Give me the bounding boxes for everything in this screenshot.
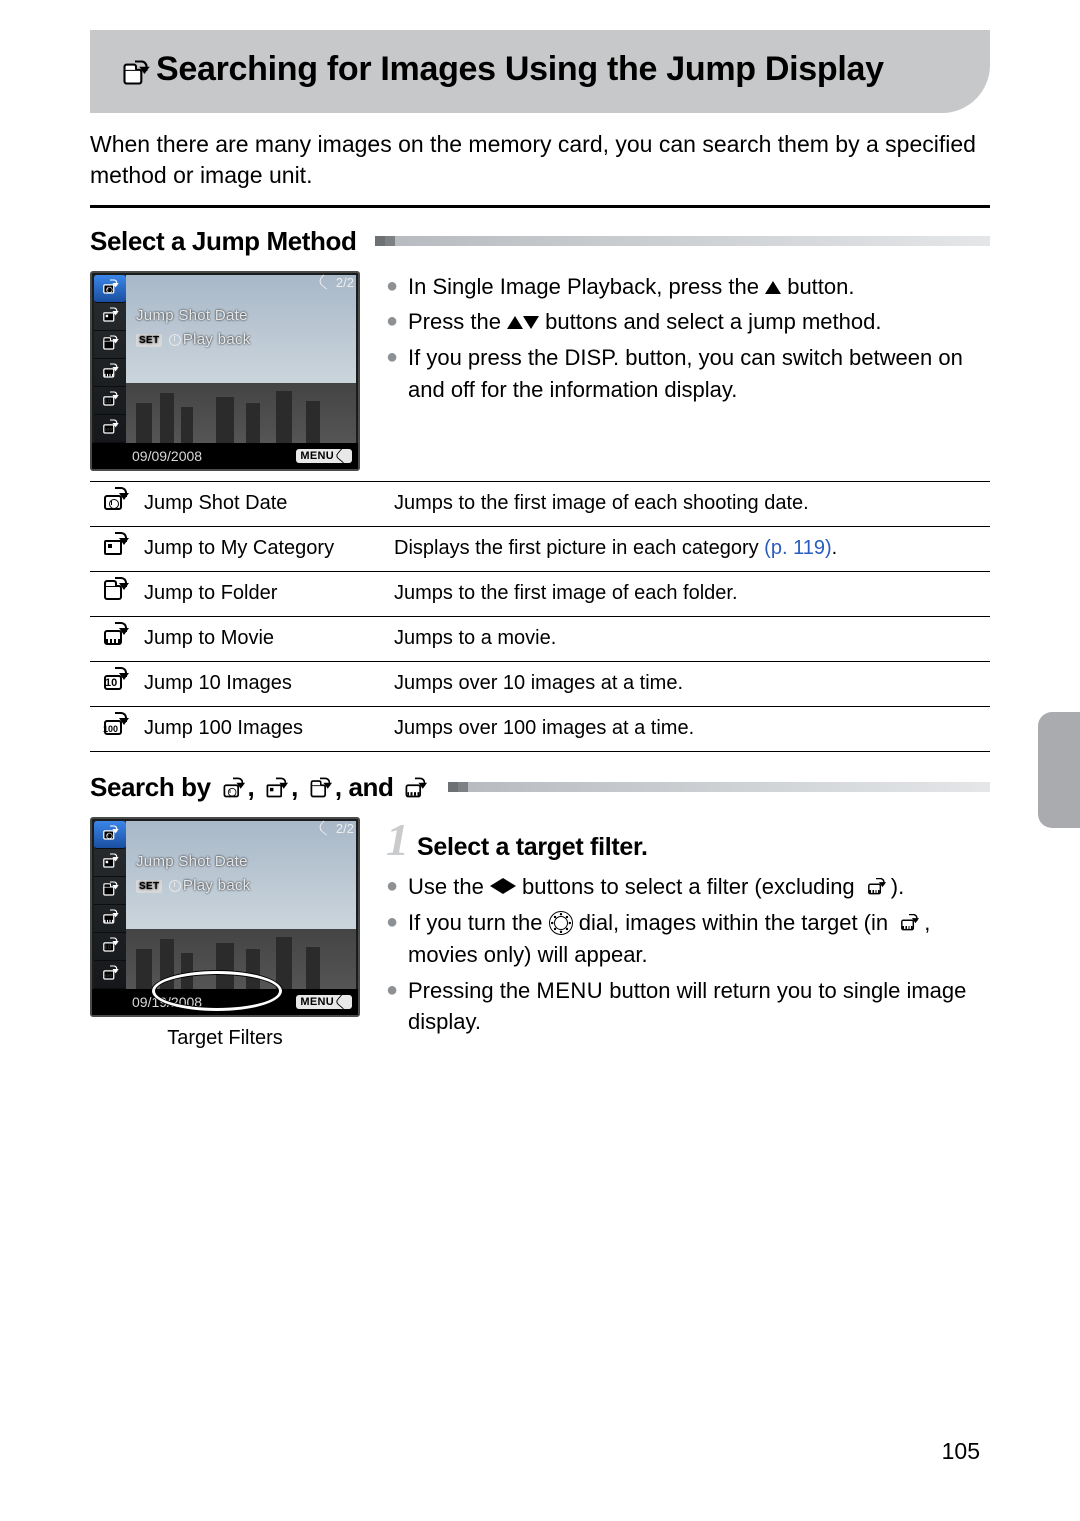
bullet-icon: ● xyxy=(386,306,408,338)
down-arrow-icon xyxy=(523,316,539,329)
bullet-icon: ● xyxy=(386,975,408,1039)
divider xyxy=(90,205,990,208)
jump-movie-icon xyxy=(402,778,428,800)
table-row: 100Jump 100 ImagesJumps over 100 images … xyxy=(90,706,990,751)
sidebar-jump-folder-icon xyxy=(94,331,126,359)
jump-method-desc: Jumps to the first image of each shootin… xyxy=(386,481,990,526)
clock-icon xyxy=(169,334,181,346)
sidebar-jump-10-icon: 10 xyxy=(94,387,126,415)
jump-category-icon xyxy=(263,778,289,800)
jump-method-icon xyxy=(90,616,136,661)
section-2-heading: Search by , , , and xyxy=(90,772,990,803)
s2-bullet-3: Pressing the MENU button will return you… xyxy=(408,975,990,1039)
sidebar-jump-shot-icon xyxy=(94,275,126,303)
page-title: Searching for Images Using the Jump Disp… xyxy=(120,48,960,93)
jump-method-icon xyxy=(90,571,136,616)
jump-method-desc: Jumps over 100 images at a time. xyxy=(386,706,990,751)
page-title-block: Searching for Images Using the Jump Disp… xyxy=(90,30,990,113)
control-dial-icon xyxy=(549,911,573,935)
jump-method-icon xyxy=(90,526,136,571)
jump-method-desc: Jumps to a movie. xyxy=(386,616,990,661)
clock-icon xyxy=(169,880,181,892)
sidebar-jump-folder-icon xyxy=(94,877,126,905)
lcd-menu-pill: MENU xyxy=(296,995,352,1009)
jump-method-name: Jump to Movie xyxy=(136,616,386,661)
bullet-icon: ● xyxy=(386,907,408,971)
target-filter-highlight xyxy=(152,971,282,1011)
section-side-tab xyxy=(1038,712,1080,828)
sidebar-jump-category-icon xyxy=(94,303,126,331)
lcd-counter: 2/2 xyxy=(319,821,354,836)
s2-bullet-2: If you turn the dial, images within the … xyxy=(408,907,990,971)
jump-folder-icon xyxy=(120,50,150,93)
jump-movie-icon xyxy=(898,914,920,933)
right-arrow-icon xyxy=(503,878,516,894)
jump-method-name: Jump to Folder xyxy=(136,571,386,616)
intro-text: When there are many images on the memory… xyxy=(90,129,990,191)
s2-bullet-1: Use the buttons to select a filter (excl… xyxy=(408,871,990,903)
lcd-preview-1: 10 100 2/2 Jump Shot Date SET Play back … xyxy=(90,271,360,471)
table-row: Jump Shot DateJumps to the first image o… xyxy=(90,481,990,526)
bullet-icon: ● xyxy=(386,342,408,406)
jump-method-desc: Displays the first picture in each categ… xyxy=(386,526,990,571)
target-filters-caption: Target Filters xyxy=(90,1027,360,1050)
table-row: Jump to My CategoryDisplays the first pi… xyxy=(90,526,990,571)
sidebar-jump-100-icon: 100 xyxy=(94,961,126,989)
sidebar-jump-movie-icon xyxy=(94,905,126,933)
jump-method-desc: Jumps over 10 images at a time. xyxy=(386,661,990,706)
page-reference-link[interactable]: (p. 119) xyxy=(764,537,831,559)
bullet-2: Press the buttons and select a jump meth… xyxy=(408,306,990,338)
bullet-1: In Single Image Playback, press the butt… xyxy=(408,271,990,303)
up-arrow-icon xyxy=(507,316,523,329)
left-arrow-icon xyxy=(490,878,503,894)
jump-method-icon: 10 xyxy=(90,661,136,706)
jump-methods-table: Jump Shot DateJumps to the first image o… xyxy=(90,481,990,752)
jump-folder-icon xyxy=(307,778,333,800)
lcd-menu-pill: MENU xyxy=(296,449,352,463)
lcd-line1: Jump Shot Date xyxy=(136,307,248,324)
bullet-3: If you press the DISP. button, you can s… xyxy=(408,342,990,406)
sidebar-jump-shot-icon xyxy=(94,821,126,849)
table-row: Jump to FolderJumps to the first image o… xyxy=(90,571,990,616)
jump-method-name: Jump to My Category xyxy=(136,526,386,571)
jump-method-desc: Jumps to the first image of each folder. xyxy=(386,571,990,616)
lcd-preview-2: 10 100 2/2 Jump Shot Date SET Play back … xyxy=(90,817,360,1050)
jump-movie-icon xyxy=(865,878,887,897)
jump-shot-icon xyxy=(220,778,246,800)
step-title: Select a target filter. xyxy=(417,829,648,865)
table-row: 10Jump 10 ImagesJumps over 10 images at … xyxy=(90,661,990,706)
table-row: Jump to MovieJumps to a movie. xyxy=(90,616,990,661)
sidebar-jump-100-icon: 100 xyxy=(94,415,126,443)
jump-method-name: Jump 10 Images xyxy=(136,661,386,706)
lcd-date: 09/09/2008 xyxy=(132,448,202,464)
jump-method-icon xyxy=(90,481,136,526)
sidebar-jump-10-icon: 10 xyxy=(94,933,126,961)
lcd-line1: Jump Shot Date xyxy=(136,853,248,870)
jump-method-name: Jump 100 Images xyxy=(136,706,386,751)
lcd-line2: SET Play back xyxy=(136,877,251,894)
section-1-heading: Select a Jump Method xyxy=(90,226,990,257)
bullet-icon: ● xyxy=(386,271,408,303)
lcd-line2: SET Play back xyxy=(136,331,251,348)
jump-method-icon: 100 xyxy=(90,706,136,751)
sidebar-jump-movie-icon xyxy=(94,359,126,387)
lcd-counter: 2/2 xyxy=(319,275,354,290)
jump-method-name: Jump Shot Date xyxy=(136,481,386,526)
bullet-icon: ● xyxy=(386,871,408,903)
step-number: 1 xyxy=(386,817,409,863)
sidebar-jump-category-icon xyxy=(94,849,126,877)
up-arrow-icon xyxy=(765,281,781,294)
page-number: 105 xyxy=(942,1438,980,1465)
